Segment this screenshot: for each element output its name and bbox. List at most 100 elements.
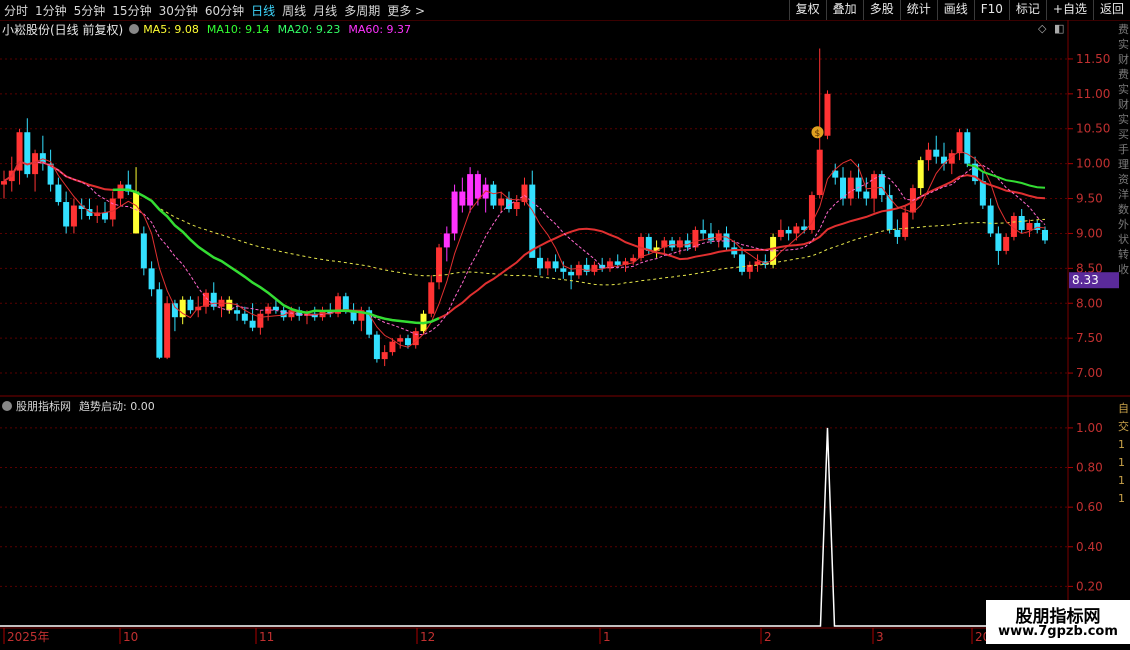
candle-body bbox=[117, 184, 124, 199]
candle-body bbox=[24, 132, 31, 175]
candle-body bbox=[109, 198, 116, 220]
candle-body bbox=[669, 240, 676, 248]
candle-body bbox=[933, 149, 940, 157]
candle-body bbox=[63, 202, 70, 227]
right-side-panel-sub[interactable]: 自交1111 bbox=[1118, 400, 1130, 600]
watermark: 股朋指标网 www.7gpzb.com bbox=[986, 600, 1130, 644]
date-label: 1 bbox=[603, 630, 611, 644]
current-price-label: 8.33 bbox=[1072, 273, 1099, 287]
candle-body bbox=[676, 240, 683, 248]
candle-body bbox=[855, 177, 862, 192]
candle-body bbox=[1026, 222, 1033, 230]
candle-body bbox=[754, 261, 761, 265]
candle-body bbox=[459, 191, 466, 206]
candle-body bbox=[381, 352, 388, 360]
candle-body bbox=[537, 257, 544, 269]
candle-body bbox=[552, 261, 559, 269]
ma20-down-segment bbox=[967, 163, 1046, 189]
candle-body bbox=[226, 299, 233, 311]
candle-body bbox=[513, 202, 520, 210]
sub-y-tick-label: 1.00 bbox=[1076, 421, 1103, 435]
candle-body bbox=[436, 247, 443, 283]
candle-body bbox=[700, 229, 707, 234]
candle-body bbox=[171, 303, 178, 318]
candle-body bbox=[560, 268, 567, 272]
candle-body bbox=[1003, 236, 1010, 251]
candle-body bbox=[187, 299, 194, 311]
candle-body bbox=[257, 313, 264, 328]
candle-body bbox=[544, 261, 551, 269]
candle-body bbox=[894, 229, 901, 237]
candle-body bbox=[902, 212, 909, 237]
candle-body bbox=[140, 233, 147, 269]
candle-body bbox=[529, 184, 536, 258]
candle-body bbox=[505, 198, 512, 210]
candle-body bbox=[249, 320, 256, 328]
candle-body bbox=[1018, 216, 1025, 230]
money-bag-symbol: $ bbox=[814, 129, 820, 139]
date-label: 2 bbox=[764, 630, 772, 644]
candle-body bbox=[785, 229, 792, 234]
candle-body bbox=[777, 229, 784, 237]
sub-chart-source: 股朋指标网 bbox=[16, 400, 71, 413]
candle-body bbox=[1034, 222, 1041, 230]
y-tick-label: 10.50 bbox=[1076, 122, 1110, 136]
candle-body bbox=[956, 132, 963, 154]
candle-body bbox=[70, 205, 77, 227]
candle-body bbox=[979, 181, 986, 206]
candle-body bbox=[824, 93, 831, 136]
trend-start-value: 趋势启动: 0.00 bbox=[79, 400, 155, 413]
candle-body bbox=[156, 289, 163, 358]
date-label: 10 bbox=[123, 630, 138, 644]
candle-body bbox=[1, 181, 7, 185]
y-tick-label: 11.50 bbox=[1076, 52, 1110, 66]
candle-body bbox=[739, 254, 746, 272]
candle-body bbox=[568, 271, 575, 276]
sub-y-tick-label: 0.40 bbox=[1076, 540, 1103, 554]
candle-body bbox=[575, 264, 582, 276]
candle-body bbox=[498, 198, 505, 206]
candle-body bbox=[234, 310, 241, 314]
kline-chart[interactable]: 11.5011.0010.5010.009.509.008.508.007.50… bbox=[0, 0, 1130, 650]
candle-body bbox=[342, 296, 349, 311]
candle-body bbox=[964, 132, 971, 164]
chevron-down-icon[interactable] bbox=[2, 401, 12, 411]
candle-body bbox=[55, 184, 62, 203]
candle-body bbox=[995, 233, 1002, 251]
candle-body bbox=[397, 338, 404, 342]
trend-signal-line bbox=[0, 427, 1068, 627]
y-tick-label: 7.00 bbox=[1076, 366, 1103, 380]
date-label: 3 bbox=[876, 630, 884, 644]
y-tick-label: 9.00 bbox=[1076, 226, 1103, 240]
candle-body bbox=[474, 174, 481, 199]
candle-body bbox=[451, 191, 458, 234]
sub-y-tick-label: 0.20 bbox=[1076, 579, 1103, 593]
candle-body bbox=[917, 160, 924, 189]
candle-body bbox=[241, 313, 248, 321]
date-label: 12 bbox=[420, 630, 435, 644]
candle-body bbox=[404, 338, 411, 346]
date-label: 11 bbox=[259, 630, 274, 644]
sub-chart-title: 股朋指标网 趋势启动: 0.00 bbox=[2, 398, 155, 414]
y-tick-label: 10.00 bbox=[1076, 157, 1110, 171]
candle-body bbox=[467, 174, 474, 206]
candle-body bbox=[148, 268, 155, 290]
candle-body bbox=[987, 205, 994, 234]
y-tick-label: 11.00 bbox=[1076, 87, 1110, 101]
right-side-panel[interactable]: 费实财费实财实买手理资洋数外状转收 bbox=[1118, 22, 1130, 394]
candle-body bbox=[443, 233, 450, 248]
candle-body bbox=[863, 191, 870, 199]
candle-body bbox=[373, 334, 380, 360]
y-tick-label: 8.00 bbox=[1076, 296, 1103, 310]
candle-body bbox=[707, 233, 714, 241]
y-tick-label: 7.50 bbox=[1076, 331, 1103, 345]
candle-body bbox=[490, 184, 497, 206]
candle-body bbox=[101, 212, 108, 220]
candle-body bbox=[816, 149, 823, 196]
candle-body bbox=[389, 341, 396, 353]
y-tick-label: 9.50 bbox=[1076, 192, 1103, 206]
candle-body bbox=[133, 191, 140, 234]
candle-body bbox=[793, 226, 800, 234]
candle-body bbox=[164, 303, 171, 358]
candle-body bbox=[428, 282, 435, 314]
